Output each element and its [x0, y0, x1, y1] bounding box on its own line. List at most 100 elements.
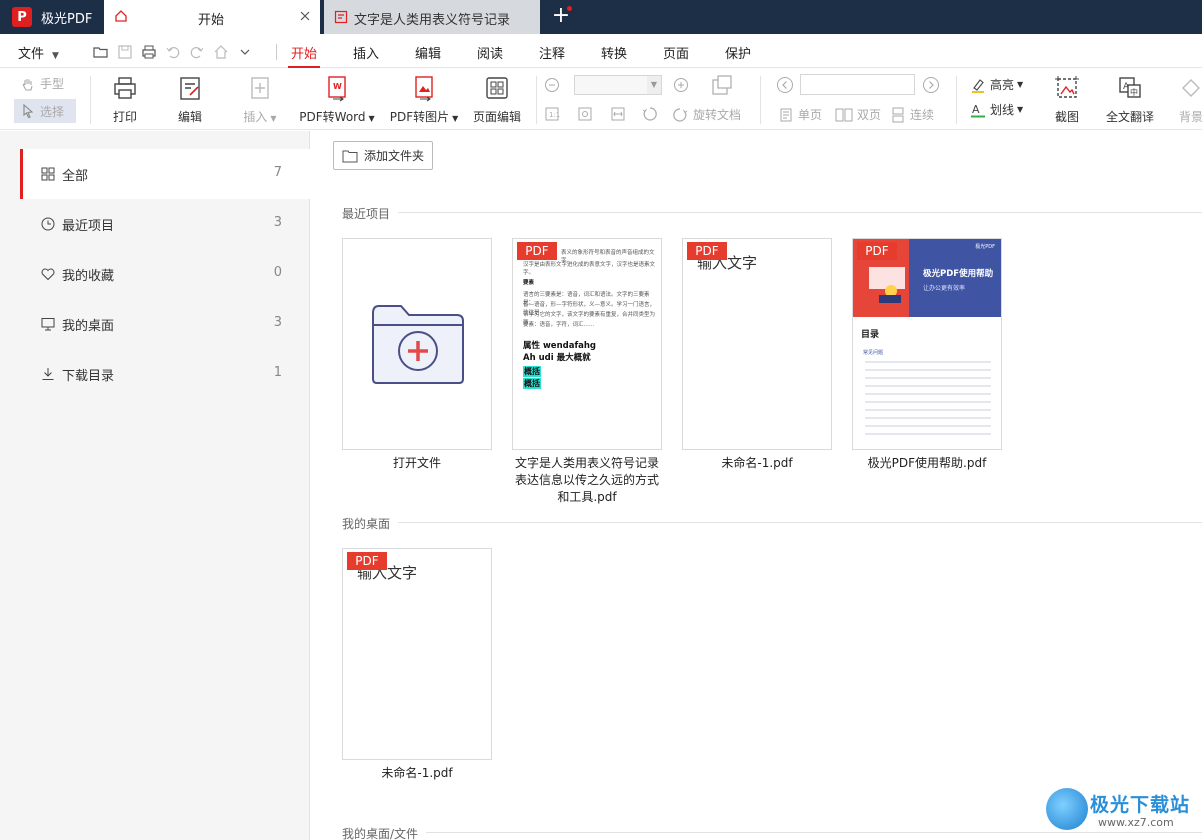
sidebar-item-favorites[interactable]: 我的收藏 0	[20, 249, 310, 299]
menu-tab-edit[interactable]: 编辑	[415, 43, 441, 62]
chevron-down-icon: ▼	[452, 114, 459, 123]
ribbon-toolbar: 手型 选择 打印 编辑 插入 ▼ W PDF转Word ▼ PDF转图片 ▼ 页面编辑…	[0, 68, 1202, 130]
fit-page-icon[interactable]	[577, 106, 593, 122]
svg-text:W: W	[333, 82, 342, 91]
file-card[interactable]: 极光PDF 极光PDF使用帮助 让办公更有效率 PDF 目录 常见问题	[852, 238, 1002, 450]
pdf-to-image-button[interactable]: PDF转图片 ▼	[388, 74, 460, 125]
screenshot-button[interactable]: 截图	[1052, 74, 1082, 125]
preview-text: 要素：语音，字符，词汇……	[523, 322, 595, 328]
preview-highlight: 概括	[523, 378, 541, 389]
file-name-label: 文字是人类用表义符号记录 表达信息以传之久远的方式 和工具.pdf	[514, 456, 659, 504]
highlight-button[interactable]: 高亮 ▼	[970, 76, 1023, 93]
pdf-to-image-label: PDF转图片	[389, 110, 450, 124]
previous-page-icon[interactable]	[776, 76, 794, 94]
menu-tab-page[interactable]: 页面	[663, 43, 689, 62]
watermark-url: www.xz7.com	[1098, 816, 1174, 829]
file-menu[interactable]: 文件 ▼	[18, 43, 59, 62]
sidebar-item-all[interactable]: 全部 7	[20, 149, 310, 199]
tab-document[interactable]: 文字是人类用表义符号记录...	[324, 0, 540, 34]
edit-doc-icon	[180, 77, 200, 100]
sidebar-item-desktop[interactable]: 我的桌面 3	[20, 299, 310, 349]
menu-tab-annotate[interactable]: 注释	[539, 43, 565, 62]
edit-label: 编辑	[177, 110, 202, 124]
full-translate-button[interactable]: A中 全文翻译	[1104, 74, 1156, 125]
toc-line	[865, 385, 991, 387]
redo-icon[interactable]	[188, 43, 206, 61]
undo-icon[interactable]	[164, 43, 182, 61]
open-file-label: 打开文件	[392, 456, 441, 470]
ribbon-separator	[90, 76, 91, 124]
page-number-input[interactable]	[800, 74, 915, 95]
open-folder-icon[interactable]	[92, 43, 110, 61]
watermark-name: 极光下载站	[1090, 794, 1191, 816]
file-card[interactable]: PDF 表义的象形符号和表音的声音组成的文字， 汉字是由表形文字进化成的表意文字…	[512, 238, 662, 450]
app-title: 极光PDF	[41, 11, 93, 27]
file-menu-label: 文件	[18, 47, 45, 62]
zoom-in-icon[interactable]	[673, 77, 689, 93]
select-tool-label: 选择	[40, 104, 65, 119]
home-icon[interactable]	[212, 43, 230, 61]
new-tab-button[interactable]: +	[548, 4, 574, 30]
page-edit-button[interactable]: 页面编辑	[472, 74, 522, 125]
file-name-label: 未命名-1.pdf	[381, 766, 453, 780]
menu-tab-start[interactable]: 开始	[287, 43, 321, 68]
menu-tab-insert[interactable]: 插入	[353, 43, 379, 62]
full-translate-label: 全文翻译	[1105, 110, 1154, 124]
toc-line	[865, 369, 991, 371]
actual-size-icon[interactable]: 1:1	[544, 106, 560, 122]
open-file-card[interactable]	[342, 238, 492, 450]
pdf-to-word-button[interactable]: W PDF转Word ▼	[298, 74, 376, 125]
select-tool-button[interactable]: 选择	[14, 99, 76, 123]
pdf-to-word-icon: W	[328, 76, 346, 102]
pdf-badge: PDF	[347, 552, 387, 570]
file-card[interactable]: 输入文字 PDF	[682, 238, 832, 450]
close-tab-icon[interactable]	[298, 9, 312, 23]
sidebar-item-recent[interactable]: 最近项目 3	[20, 199, 310, 249]
customize-dropdown-icon[interactable]	[236, 43, 254, 61]
insert-button[interactable]: 插入 ▼	[237, 74, 283, 125]
print-button[interactable]: 打印	[110, 74, 140, 125]
app-logo-icon: P	[12, 7, 32, 27]
pdf-doc-icon	[334, 10, 348, 24]
menu-tab-protect[interactable]: 保护	[725, 43, 751, 62]
sidebar-item-count: 0	[273, 265, 282, 280]
strikeline-button[interactable]: A 划线 ▼	[970, 101, 1023, 118]
add-folder-label: 添加文件夹	[364, 149, 425, 163]
page-grid-icon	[486, 77, 508, 99]
menu-tab-convert[interactable]: 转换	[601, 43, 627, 62]
hand-tool-button[interactable]: 手型	[20, 75, 64, 92]
rotate-doc-button[interactable]: 旋转文档	[673, 106, 741, 123]
toc-line	[865, 393, 991, 395]
double-page-button[interactable]: 双页	[835, 106, 881, 123]
highlight-label: 高亮	[990, 78, 1015, 92]
toc-line	[865, 433, 991, 435]
preview-bold-text: Ah udi 最大概就	[523, 353, 591, 363]
print-icon[interactable]	[140, 43, 158, 61]
edit-button[interactable]: 编辑	[175, 74, 205, 125]
help-cover-brand: 极光PDF	[975, 244, 995, 250]
preview-highlight: 概括	[523, 366, 541, 377]
rotate-doc-top-icon[interactable]	[710, 74, 734, 96]
save-icon[interactable]	[116, 43, 134, 61]
menu-tab-read[interactable]: 阅读	[477, 43, 503, 62]
add-folder-button[interactable]: 添加文件夹	[333, 141, 433, 170]
cursor-icon	[23, 103, 34, 119]
zoom-combobox[interactable]: ▼	[574, 75, 662, 95]
sidebar-item-downloads[interactable]: 下载目录 1	[20, 349, 310, 399]
tab-document-label: 文字是人类用表义符号记录...	[354, 13, 510, 28]
help-toc-title: 目录	[861, 330, 880, 340]
zoom-out-icon[interactable]	[544, 77, 560, 93]
fit-width-icon[interactable]	[610, 106, 626, 122]
next-page-icon[interactable]	[922, 76, 940, 94]
section-title-desktop: 我的桌面	[342, 515, 399, 532]
screenshot-icon	[1055, 76, 1079, 98]
sidebar-item-count: 3	[273, 315, 282, 330]
file-card[interactable]: 输入文字 PDF	[342, 548, 492, 760]
tab-home[interactable]: 开始	[104, 0, 320, 34]
background-button[interactable]: 背景	[1176, 74, 1202, 125]
ribbon-separator	[536, 76, 537, 124]
single-page-button[interactable]: 单页	[778, 106, 822, 123]
rotate-left-icon[interactable]	[641, 106, 657, 122]
continuous-button[interactable]: 连续	[890, 106, 934, 123]
watermark-logo-icon	[1046, 788, 1088, 830]
